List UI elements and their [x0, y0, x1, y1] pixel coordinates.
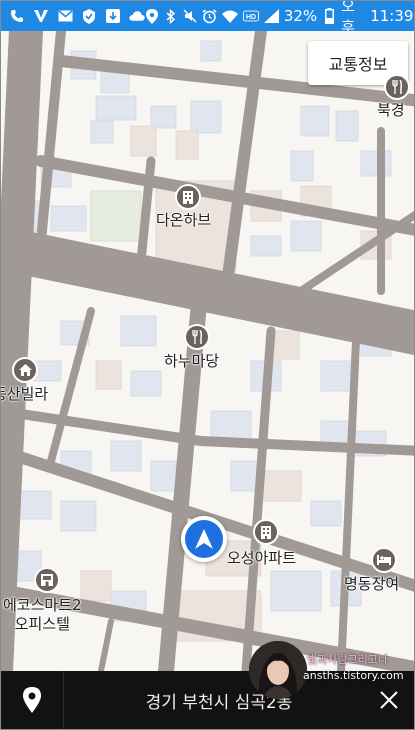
location-icon	[145, 8, 159, 24]
svg-text:HD: HD	[246, 13, 256, 21]
store-icon[interactable]	[34, 567, 60, 593]
download-icon	[105, 8, 121, 24]
bluetooth-icon	[164, 8, 178, 24]
v-app-icon	[33, 8, 49, 24]
building-icon[interactable]	[175, 184, 201, 210]
mail-icon	[57, 8, 73, 24]
status-time: 11:39	[370, 7, 414, 25]
mute-icon	[183, 8, 197, 24]
signal-icon	[263, 8, 279, 24]
location-pin-button[interactable]	[1, 671, 64, 729]
cloud-icon	[129, 8, 145, 24]
phone-icon	[9, 8, 25, 24]
watermark-url: ansths.tistory.com	[303, 669, 404, 682]
poi-label-hanu-madang[interactable]: 하누마당	[164, 352, 219, 371]
wifi-icon	[221, 8, 238, 24]
phone-screen: HD 32% 오후 11:39 교통정보 북경 다온하브 하누마당 산빌라 오성…	[0, 0, 415, 730]
restaurant-icon[interactable]	[184, 324, 210, 350]
blog-watermark: 빛과사람그리고나 ansths.tistory.com	[249, 641, 404, 699]
map-view[interactable]: 교통정보 북경 다온하브 하누마당 동산빌라 오성아파트 명동장여	[1, 31, 414, 671]
restaurant-icon[interactable]	[384, 74, 410, 100]
poi-label-myeongdong[interactable]: 명동장여	[344, 575, 399, 594]
navigation-arrow-icon	[185, 520, 223, 558]
battery-percent: 32%	[283, 7, 318, 25]
poi-label-sanvilla[interactable]: 동산빌라	[1, 385, 48, 404]
status-bar: HD 32% 오후 11:39	[1, 1, 414, 36]
map-pin-icon	[23, 687, 41, 713]
battery-icon	[322, 8, 336, 24]
watermark-title: 빛과사람그리고나	[307, 653, 388, 666]
poi-label-ecosmart[interactable]: 에코스마트2 오피스텔	[3, 596, 82, 634]
poi-label-bukgyeong[interactable]: 북경	[377, 101, 405, 120]
hd-icon: HD	[242, 8, 259, 24]
alarm-icon	[202, 8, 217, 24]
building-icon[interactable]	[253, 519, 279, 545]
shield-icon	[81, 8, 97, 24]
current-location-marker[interactable]	[181, 516, 227, 562]
bed-icon[interactable]	[371, 547, 397, 573]
status-left-icons	[1, 8, 145, 24]
poi-label-ecosmart-line2: 오피스텔	[14, 615, 70, 633]
poi-label-daon-hub[interactable]: 다온하브	[156, 211, 211, 230]
watermark-avatar	[249, 641, 307, 699]
house-icon[interactable]	[12, 357, 38, 383]
poi-label-osung-apt[interactable]: 오성아파트	[227, 549, 296, 568]
poi-label-ecosmart-line1: 에코스마트2	[3, 596, 82, 614]
